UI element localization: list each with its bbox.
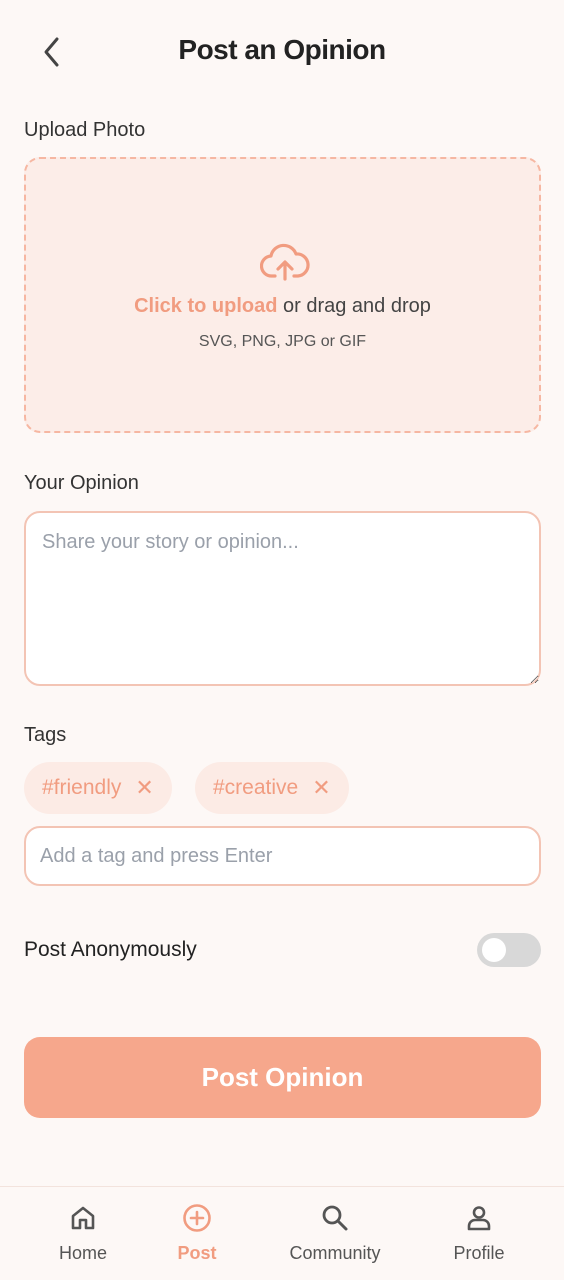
nav-label-community: Community <box>289 1243 381 1263</box>
nav-item-home[interactable]: Home <box>23 1187 143 1280</box>
remove-tag-icon[interactable]: ✕ <box>312 775 330 801</box>
nav-label-post: Post <box>177 1243 217 1263</box>
nav-item-post[interactable]: Post <box>137 1187 257 1280</box>
file-types-hint: SVG, PNG, JPG or GIF <box>198 333 367 350</box>
tag-label: #creative <box>213 776 299 799</box>
upload-instruction: Click to upload or drag and drop <box>26 295 539 318</box>
search-icon <box>322 1205 348 1231</box>
page-title: Post an Opinion <box>178 34 386 65</box>
post-opinion-button[interactable]: Post Opinion <box>24 1037 541 1118</box>
remove-tag-icon[interactable]: ✕ <box>135 775 153 801</box>
user-icon <box>467 1206 491 1231</box>
tag-chip: #friendly ✕ <box>24 762 172 814</box>
upload-photo-label: Upload Photo <box>24 119 146 141</box>
nav-item-community[interactable]: Community <box>275 1187 395 1280</box>
bottom-navigation: Home Post Community Profile <box>0 1186 564 1280</box>
anonymous-label: Post Anonymously <box>24 938 197 961</box>
toggle-knob <box>482 938 506 962</box>
nav-label-home: Home <box>58 1243 107 1263</box>
nav-label-profile: Profile <box>453 1243 505 1263</box>
plus-circle-icon <box>183 1204 211 1232</box>
tag-input[interactable] <box>24 826 541 886</box>
header: Post an Opinion <box>0 0 564 104</box>
cloud-upload-icon <box>260 243 310 281</box>
tag-chip: #creative ✕ <box>195 762 349 814</box>
post-opinion-screen: Post an Opinion Upload Photo Click to up… <box>0 0 564 1280</box>
tag-label: #friendly <box>42 776 122 799</box>
opinion-textarea[interactable] <box>24 511 541 686</box>
tags-label: Tags <box>24 724 67 746</box>
home-icon <box>71 1206 95 1230</box>
drag-drop-text: or drag and drop <box>277 295 431 317</box>
opinion-label: Your Opinion <box>24 472 139 494</box>
nav-item-profile[interactable]: Profile <box>419 1187 539 1280</box>
upload-dropzone[interactable]: Click to upload or drag and drop SVG, PN… <box>24 157 541 433</box>
click-to-upload-link[interactable]: Click to upload <box>134 295 277 317</box>
anonymous-toggle[interactable] <box>477 933 541 967</box>
